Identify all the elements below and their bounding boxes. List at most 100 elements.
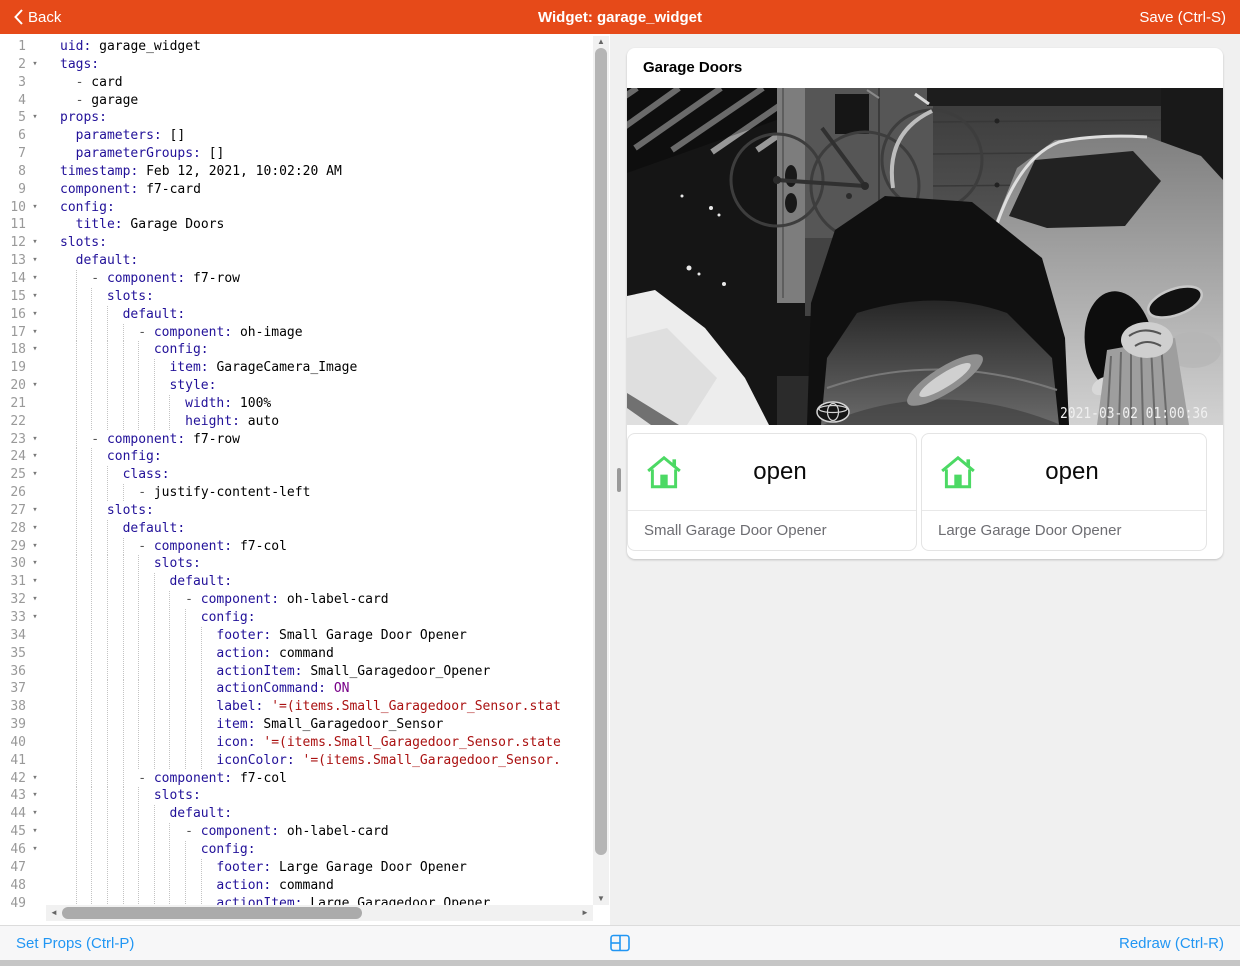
fold-toggle-icon[interactable]: ▾ [26, 805, 44, 823]
fold-toggle-icon[interactable]: ▾ [26, 538, 44, 556]
scroll-up-icon[interactable]: ▲ [593, 37, 609, 47]
code-line[interactable]: 13▾default: [0, 252, 593, 270]
code-line[interactable]: 17▾- component: oh-image [0, 324, 593, 342]
code-line[interactable]: 18▾config: [0, 341, 593, 359]
code-line[interactable]: 5▾props: [0, 109, 593, 127]
fold-toggle-icon[interactable]: ▾ [26, 770, 44, 788]
code-line[interactable]: 2▾tags: [0, 56, 593, 74]
code-line[interactable]: 38label: '=(items.Small_Garagedoor_Senso… [0, 698, 593, 716]
fold-toggle-icon[interactable]: ▾ [26, 377, 44, 395]
back-button[interactable]: Back [14, 9, 61, 26]
code-line[interactable]: 14▾- component: f7-row [0, 270, 593, 288]
page-title: Widget: garage_widget [0, 9, 1240, 26]
fold-spacer [26, 395, 44, 413]
code-line[interactable]: 29▾- component: f7-col [0, 538, 593, 556]
scroll-down-icon[interactable]: ▼ [593, 894, 609, 904]
code-line[interactable]: 40icon: '=(items.Small_Garagedoor_Sensor… [0, 734, 593, 752]
code-line[interactable]: 20▾style: [0, 377, 593, 395]
code-line[interactable]: 30▾slots: [0, 555, 593, 573]
code-line[interactable]: 28▾default: [0, 520, 593, 538]
fold-toggle-icon[interactable]: ▾ [26, 448, 44, 466]
fold-toggle-icon[interactable]: ▾ [26, 199, 44, 217]
small-garage-opener-card[interactable]: open Small Garage Door Opener [627, 433, 917, 551]
code-line[interactable]: 41iconColor: '=(items.Small_Garagedoor_S… [0, 752, 593, 770]
code-line[interactable]: 39item: Small_Garagedoor_Sensor [0, 716, 593, 734]
code-line[interactable]: 47footer: Large Garage Door Opener [0, 859, 593, 877]
pane-resize-handle[interactable] [617, 468, 621, 492]
fold-toggle-icon[interactable]: ▾ [26, 609, 44, 627]
code-line[interactable]: 27▾slots: [0, 502, 593, 520]
fold-toggle-icon[interactable]: ▾ [26, 270, 44, 288]
code-line[interactable]: 21width: 100% [0, 395, 593, 413]
code-line[interactable]: 25▾class: [0, 466, 593, 484]
code-line[interactable]: 8timestamp: Feb 12, 2021, 10:02:20 AM [0, 163, 593, 181]
vertical-scrollbar-thumb[interactable] [595, 48, 607, 855]
fold-toggle-icon[interactable]: ▾ [26, 252, 44, 270]
code-line[interactable]: 43▾slots: [0, 787, 593, 805]
fold-toggle-icon[interactable]: ▾ [26, 234, 44, 252]
code-line[interactable]: 22height: auto [0, 413, 593, 431]
code-line[interactable]: 15▾slots: [0, 288, 593, 306]
code-line[interactable]: 7parameterGroups: [] [0, 145, 593, 163]
fold-toggle-icon[interactable]: ▾ [26, 520, 44, 538]
code-line[interactable]: 16▾default: [0, 306, 593, 324]
fold-toggle-icon[interactable]: ▾ [26, 109, 44, 127]
code-line[interactable]: 3- card [0, 74, 593, 92]
fold-toggle-icon[interactable]: ▾ [26, 823, 44, 841]
code-line[interactable]: 33▾config: [0, 609, 593, 627]
code-line[interactable]: 11title: Garage Doors [0, 216, 593, 234]
code-line[interactable]: 24▾config: [0, 448, 593, 466]
code-line[interactable]: 48action: command [0, 877, 593, 895]
save-button[interactable]: Save (Ctrl-S) [1139, 9, 1226, 26]
code-lines[interactable]: 1uid: garage_widget2▾tags:3- card4- gara… [0, 38, 593, 912]
fold-toggle-icon[interactable]: ▾ [26, 841, 44, 859]
code-line[interactable]: 1uid: garage_widget [0, 38, 593, 56]
code-line[interactable]: 32▾- component: oh-label-card [0, 591, 593, 609]
code-line[interactable]: 42▾- component: f7-col [0, 770, 593, 788]
fold-toggle-icon[interactable]: ▾ [26, 431, 44, 449]
fold-toggle-icon[interactable]: ▾ [26, 324, 44, 342]
yaml-code-editor[interactable]: 1uid: garage_widget2▾tags:3- card4- gara… [0, 34, 610, 925]
scroll-left-icon[interactable]: ◄ [46, 908, 62, 918]
code-line[interactable]: 31▾default: [0, 573, 593, 591]
large-garage-opener-card[interactable]: open Large Garage Door Opener [921, 433, 1207, 551]
fold-toggle-icon[interactable]: ▾ [26, 591, 44, 609]
code-line[interactable]: 26- justify-content-left [0, 484, 593, 502]
fold-toggle-icon[interactable]: ▾ [26, 555, 44, 573]
fold-toggle-icon[interactable]: ▾ [26, 787, 44, 805]
fold-spacer [26, 216, 44, 234]
fold-toggle-icon[interactable]: ▾ [26, 502, 44, 520]
code-line[interactable]: 44▾default: [0, 805, 593, 823]
fold-toggle-icon[interactable]: ▾ [26, 573, 44, 591]
fold-spacer [26, 698, 44, 716]
fold-toggle-icon[interactable]: ▾ [26, 466, 44, 484]
code-line[interactable]: 23▾- component: f7-row [0, 431, 593, 449]
code-line[interactable]: 34footer: Small Garage Door Opener [0, 627, 593, 645]
code-line[interactable]: 19item: GarageCamera_Image [0, 359, 593, 377]
fold-toggle-icon[interactable]: ▾ [26, 341, 44, 359]
code-line[interactable]: 12▾slots: [0, 234, 593, 252]
vertical-scrollbar[interactable]: ▲ ▼ [593, 36, 609, 905]
fold-spacer [26, 627, 44, 645]
fold-toggle-icon[interactable]: ▾ [26, 288, 44, 306]
horizontal-scrollbar[interactable]: ◄ ► [46, 905, 593, 921]
code-line[interactable]: 6parameters: [] [0, 127, 593, 145]
line-number: 26 [0, 484, 26, 502]
horizontal-scrollbar-thumb[interactable] [62, 907, 362, 919]
top-navbar: Back Widget: garage_widget Save (Ctrl-S) [0, 0, 1240, 34]
set-props-button[interactable]: Set Props (Ctrl-P) [16, 935, 134, 952]
code-line[interactable]: 35action: command [0, 645, 593, 663]
fold-toggle-icon[interactable]: ▾ [26, 56, 44, 74]
fold-toggle-icon[interactable]: ▾ [26, 306, 44, 324]
code-line[interactable]: 9component: f7-card [0, 181, 593, 199]
split-view-button[interactable] [610, 934, 630, 952]
code-line[interactable]: 46▾config: [0, 841, 593, 859]
code-line[interactable]: 36actionItem: Small_Garagedoor_Opener [0, 663, 593, 681]
line-number: 27 [0, 502, 26, 520]
scroll-right-icon[interactable]: ► [577, 908, 593, 918]
code-line[interactable]: 10▾config: [0, 199, 593, 217]
code-line[interactable]: 4- garage [0, 92, 593, 110]
code-line[interactable]: 37actionCommand: ON [0, 680, 593, 698]
code-line[interactable]: 45▾- component: oh-label-card [0, 823, 593, 841]
redraw-button[interactable]: Redraw (Ctrl-R) [1119, 935, 1224, 952]
